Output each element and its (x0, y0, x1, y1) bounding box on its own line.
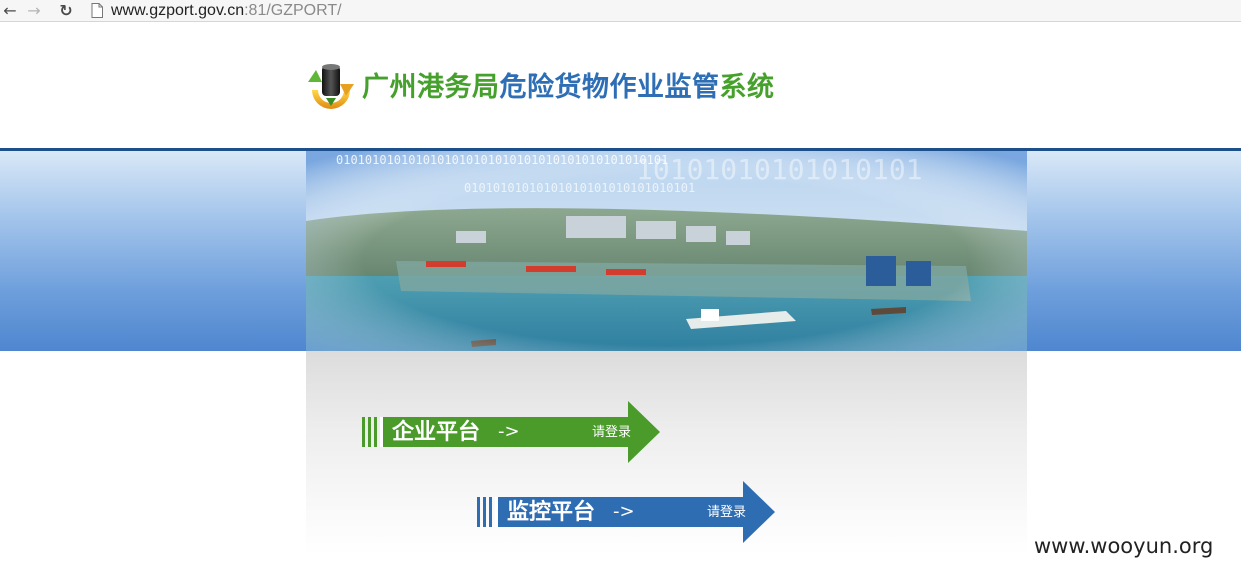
binary-text-1: 0101010101010101010101010101010101010101… (336, 153, 668, 167)
title-part-1: 广州港务局 (362, 72, 500, 103)
monitor-platform-label: 监控平台 (507, 499, 596, 525)
reload-icon[interactable]: ↻ (56, 1, 76, 21)
enterprise-platform-label: 企业平台 (392, 419, 481, 445)
monitor-arrow-text: -> (613, 501, 635, 522)
title-part-2: 危险货物作业监管 (499, 72, 720, 103)
oil-barrel-logo-icon (308, 64, 354, 109)
page-title: 广州港务局危险货物作业监管系统 (362, 68, 775, 108)
title-part-3: 系统 (719, 72, 775, 103)
arrow-right-icon[interactable]: → (24, 1, 44, 21)
monitor-login-link[interactable]: 请登录 (707, 501, 746, 525)
binary-text-large: 10101010101010101 (636, 153, 923, 186)
url-host: www.gzport.gov.cn (111, 2, 245, 19)
site-header: 广州港务局危险货物作业监管系统 (0, 22, 1241, 148)
url-path: :81/GZPORT/ (244, 2, 342, 19)
port-aerial-photo: 0101010101010101010101010101010101010101… (306, 151, 1027, 351)
monitor-platform-button[interactable]: 监控平台 -> 请登录 (477, 481, 777, 543)
enterprise-arrow-text: -> (498, 421, 520, 442)
enterprise-platform-button[interactable]: 企业平台 -> 请登录 (362, 401, 662, 463)
arrow-left-icon[interactable]: ← (0, 1, 20, 21)
enterprise-login-link[interactable]: 请登录 (592, 421, 631, 445)
watermark-text: www.wooyun.org (1034, 534, 1214, 558)
page-icon (91, 3, 103, 18)
browser-toolbar: ← → ↻ www.gzport.gov.cn:81/GZPORT/ (0, 0, 1241, 22)
address-bar[interactable]: www.gzport.gov.cn:81/GZPORT/ (111, 1, 342, 21)
